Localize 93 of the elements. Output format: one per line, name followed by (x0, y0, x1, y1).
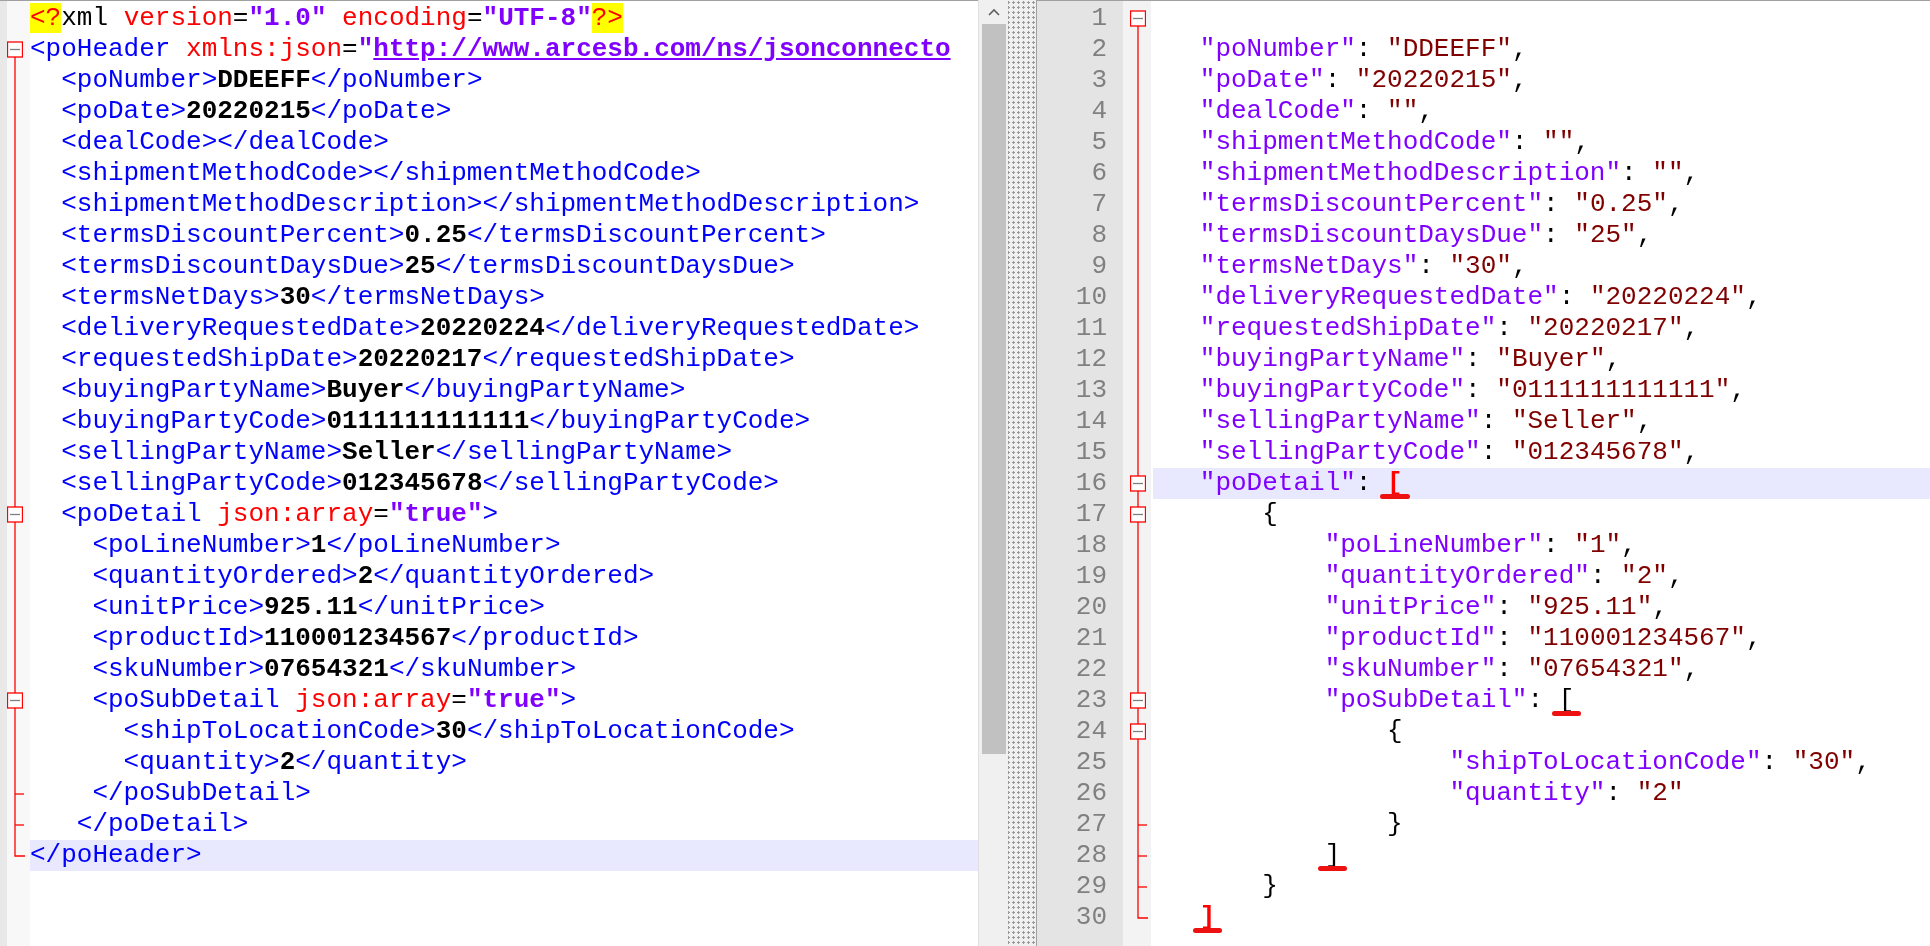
code-line: "shipmentMethodCode": "", (1198, 127, 1591, 158)
line-number: 1 (1090, 3, 1108, 34)
fold-toggle-icon[interactable] (7, 685, 23, 716)
code-line: <buyingPartyName>Buyer</buyingPartyName> (60, 375, 687, 406)
line-number: 16 (1074, 468, 1108, 499)
line-number: 28 (1074, 840, 1108, 871)
code-line: "buyingPartyCode": "0111111111111", (1198, 375, 1747, 406)
code-line: } (1261, 871, 1279, 902)
line-number: 27 (1074, 809, 1108, 840)
line-number: 11 (1074, 313, 1108, 344)
code-line: { (1386, 716, 1404, 747)
code-line: <deliveryRequestedDate>20220224</deliveryRequestedDate> (60, 313, 921, 344)
code-line: <poSubDetail json:array="true"> (91, 685, 578, 716)
code-line: } (1386, 809, 1404, 840)
line-number: 15 (1074, 437, 1108, 468)
code-line: "termsNetDays": "30", (1198, 251, 1529, 282)
code-line: "unitPrice": "925.11", (1323, 592, 1669, 623)
splitter-handle[interactable] (1008, 0, 1037, 946)
line-number: 9 (1090, 251, 1108, 282)
code-line: "deliveryRequestedDate": "20220224", (1198, 282, 1763, 313)
code-line: <shipToLocationCode>30</shipToLocationCode> (122, 716, 796, 747)
code-line: <termsDiscountPercent>0.25</termsDiscountPercent> (60, 220, 827, 251)
code-line: <shipmentMethodCode></shipmentMethodCode> (60, 158, 702, 189)
code-line: "productId": "110001234567", (1323, 623, 1763, 654)
code-line: <quantity>2</quantity> (122, 747, 468, 778)
code-line: <?xml version="1.0" encoding="UTF-8"?> (30, 3, 624, 34)
line-number: 5 (1090, 127, 1108, 158)
line-number: 21 (1074, 623, 1108, 654)
code-line: </poDetail> (75, 809, 250, 840)
code-line: <poHeader xmlns:json="http://www.arcesb.com/ns/jsonconnecto (30, 34, 952, 65)
code-line: <sellingPartyCode>012345678</sellingPartyCode> (60, 468, 780, 499)
code-line: <termsDiscountDaysDue>25</termsDiscountDaysDue> (60, 251, 796, 282)
code-line: <buyingPartyCode>0111111111111</buyingPartyCode> (60, 406, 812, 437)
code-line: <shipmentMethodDescription></shipmentMethodDescription> (60, 189, 921, 220)
code-line: "sellingPartyName": "Seller", (1198, 406, 1654, 437)
code-line: "termsDiscountDaysDue": "25", (1198, 220, 1654, 251)
code-line: <poDetail json:array="true"> (60, 499, 500, 530)
line-number: 26 (1074, 778, 1108, 809)
scroll-up-icon[interactable] (987, 8, 1000, 16)
code-line: <poLineNumber>1</poLineNumber> (91, 530, 562, 561)
code-line: "quantity": "2" (1448, 778, 1685, 809)
line-number: 25 (1074, 747, 1108, 778)
code-line: <sellingPartyName>Seller</sellingPartyName> (60, 437, 734, 468)
line-number: 6 (1090, 158, 1108, 189)
code-line: <poNumber>DDEEFF</poNumber> (60, 65, 484, 96)
code-line: "poDate": "20220215", (1198, 65, 1529, 96)
code-line: "sellingPartyCode": "012345678", (1198, 437, 1701, 468)
fold-guide (1137, 840, 1148, 871)
line-number: 13 (1074, 375, 1108, 406)
code-line: "poNumber": "DDEEFF", (1198, 34, 1529, 65)
line-number: 14 (1074, 406, 1108, 437)
code-line: "poLineNumber": "1", (1323, 530, 1638, 561)
line-number: 17 (1074, 499, 1108, 530)
code-line: <dealCode></dealCode> (60, 127, 390, 158)
code-line: "shipmentMethodDescription": "", (1198, 158, 1701, 189)
line-number: 24 (1074, 716, 1108, 747)
line-number: 7 (1090, 189, 1108, 220)
code-line: { (1261, 499, 1279, 530)
line-number: 8 (1090, 220, 1108, 251)
line-number: 18 (1074, 530, 1108, 561)
code-line: "skuNumber": "07654321", (1323, 654, 1701, 685)
fold-toggle-icon[interactable] (1130, 499, 1146, 530)
fold-toggle-icon[interactable] (7, 499, 23, 530)
code-line: "requestedShipDate": "20220217", (1198, 313, 1701, 344)
code-line: <skuNumber>07654321</skuNumber> (91, 654, 578, 685)
code-line: "quantityOrdered": "2", (1323, 561, 1685, 592)
line-number: 23 (1074, 685, 1108, 716)
line-number: 20 (1074, 592, 1108, 623)
code-line: <unitPrice>925.11</unitPrice> (91, 592, 546, 623)
line-number: 22 (1074, 654, 1108, 685)
line-number: 2 (1090, 34, 1108, 65)
code-line: <quantityOrdered>2</quantityOrdered> (91, 561, 656, 592)
vertical-scrollbar[interactable] (978, 0, 1008, 946)
fold-toggle-icon[interactable] (1130, 685, 1146, 716)
line-number: 4 (1090, 96, 1108, 127)
line-number: 10 (1074, 282, 1108, 313)
code-line: <poDate>20220215</poDate> (60, 96, 453, 127)
fold-toggle-icon[interactable] (1130, 716, 1146, 747)
fold-toggle-icon[interactable] (1130, 468, 1146, 499)
code-line: "buyingPartyName": "Buyer", (1198, 344, 1623, 375)
line-number: 29 (1074, 871, 1108, 902)
code-line: "termsDiscountPercent": "0.25", (1198, 189, 1685, 220)
line-number: 19 (1074, 561, 1108, 592)
code-line: "dealCode": "", (1198, 96, 1435, 127)
code-line: <requestedShipDate>20220217</requestedShipDate> (60, 344, 796, 375)
scrollbar-thumb[interactable] (981, 24, 1006, 754)
code-line: </poSubDetail> (91, 778, 312, 809)
line-number: 3 (1090, 65, 1108, 96)
code-line: "shipToLocationCode": "30", (1448, 747, 1872, 778)
code-line: <termsNetDays>30</termsNetDays> (60, 282, 546, 313)
code-line: <productId>110001234567</productId> (91, 623, 640, 654)
line-number: 12 (1074, 344, 1108, 375)
line-number: 30 (1074, 902, 1108, 933)
